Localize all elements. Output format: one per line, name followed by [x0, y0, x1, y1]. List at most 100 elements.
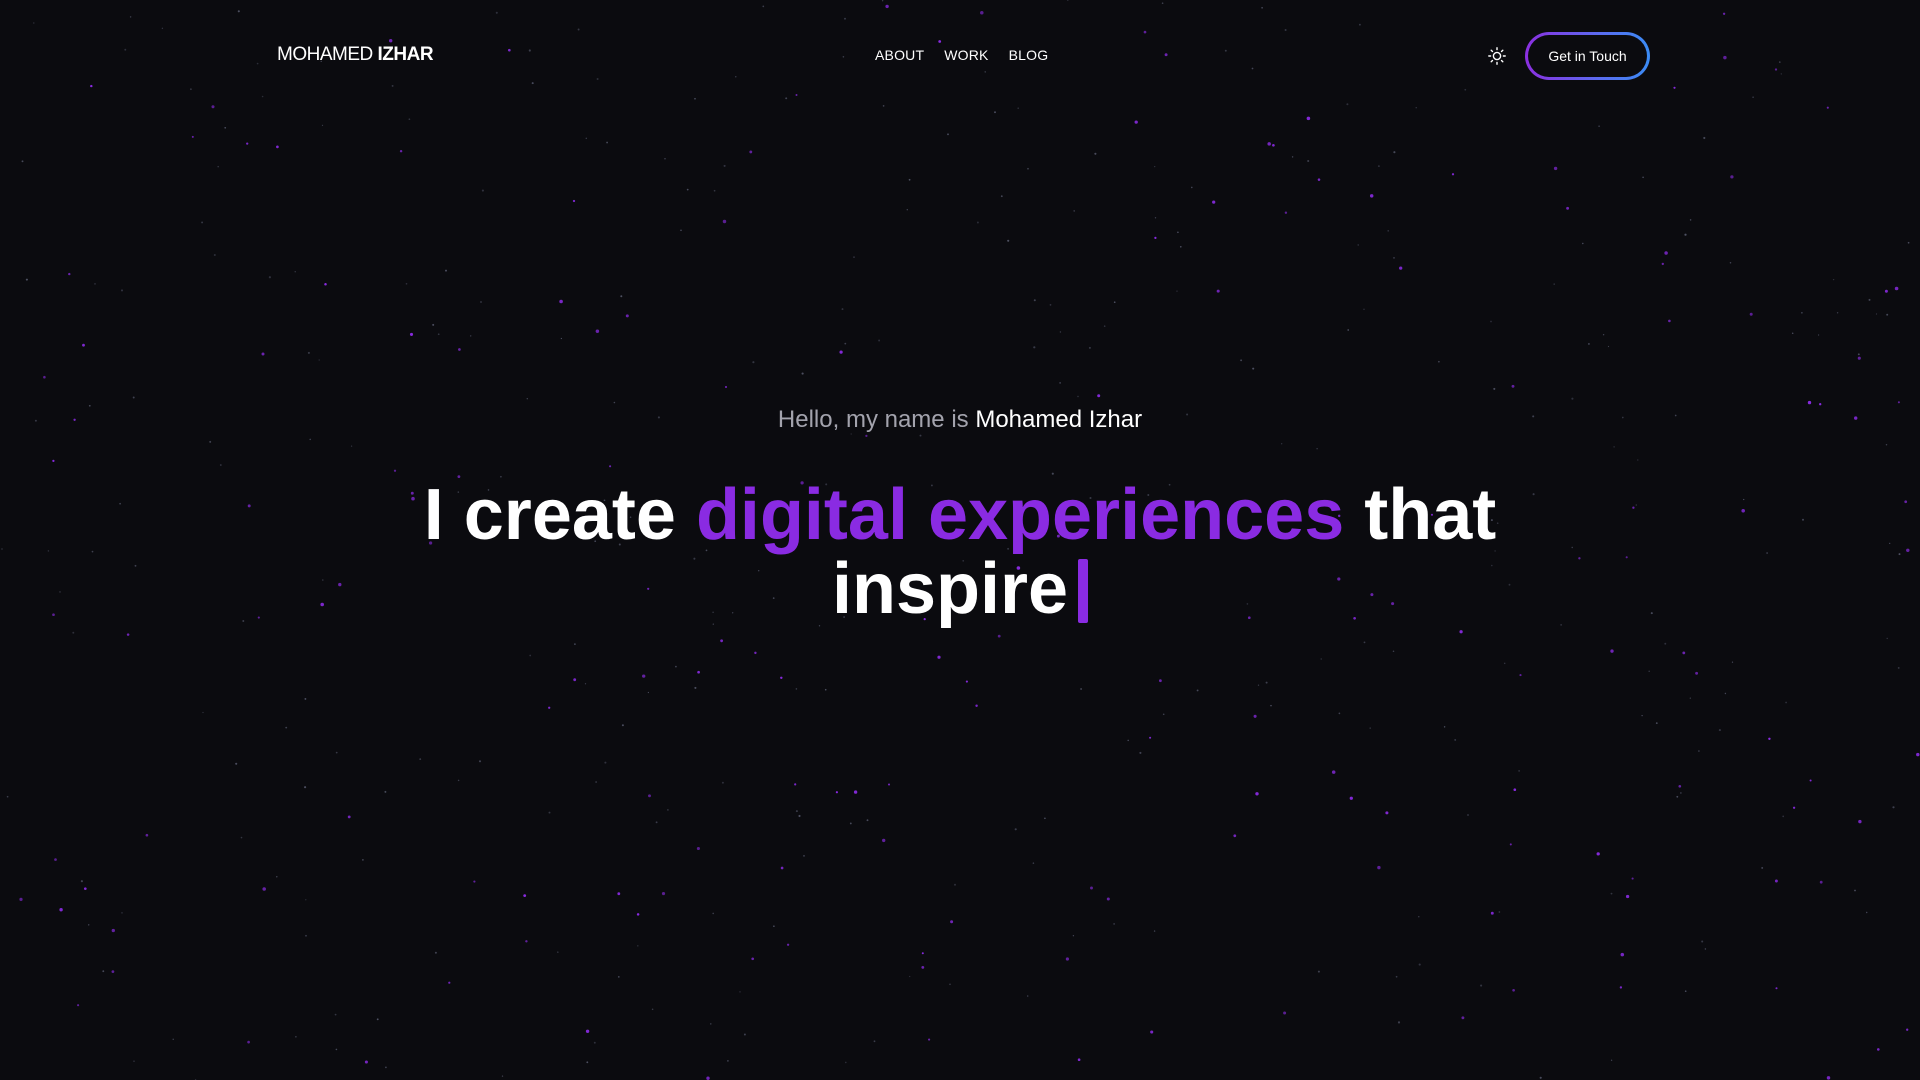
star	[1072, 935, 1075, 937]
star	[667, 809, 669, 811]
star	[82, 343, 85, 347]
star	[841, 308, 844, 311]
star	[1088, 346, 1091, 349]
star	[844, 1061, 847, 1064]
logo-last-name: IZHAR	[377, 44, 434, 65]
star	[906, 209, 908, 211]
star	[1153, 930, 1156, 932]
star	[574, 643, 576, 645]
star	[1682, 651, 1686, 655]
star	[1127, 739, 1129, 742]
star	[1785, 701, 1788, 704]
star	[1451, 173, 1455, 176]
star	[794, 783, 797, 786]
star	[1826, 1076, 1831, 1080]
star	[752, 361, 755, 364]
star	[1620, 952, 1625, 957]
theme-toggle-button[interactable]	[1487, 46, 1507, 66]
star	[1676, 795, 1679, 798]
star	[795, 688, 798, 690]
star	[1459, 630, 1463, 634]
star	[727, 1060, 729, 1062]
star	[1791, 332, 1794, 335]
star	[305, 934, 307, 937]
star	[866, 819, 869, 822]
star	[878, 339, 881, 342]
star	[1655, 722, 1658, 724]
star	[1073, 210, 1076, 212]
star	[276, 876, 278, 878]
nav-link-work[interactable]: WORK	[944, 47, 988, 63]
star	[59, 908, 63, 912]
star	[1498, 911, 1501, 913]
star	[1490, 320, 1492, 323]
star	[307, 351, 310, 354]
star	[1257, 684, 1260, 686]
star	[1801, 312, 1803, 314]
star	[1387, 230, 1389, 232]
star	[335, 1048, 338, 1051]
star	[686, 188, 689, 191]
star	[321, 124, 324, 127]
star	[1094, 152, 1097, 155]
star	[1884, 289, 1888, 293]
star	[1596, 852, 1600, 856]
star	[947, 133, 949, 136]
star	[1393, 257, 1395, 259]
star	[1349, 796, 1353, 800]
star	[1701, 940, 1704, 943]
star	[276, 145, 279, 149]
star	[240, 836, 243, 839]
star	[1216, 289, 1220, 293]
nav-link-about[interactable]: ABOUT	[875, 47, 924, 63]
star	[1059, 331, 1062, 333]
site-logo[interactable]: MOHAMED IZHAR	[277, 44, 434, 66]
star	[780, 676, 783, 680]
headline-end-1: that	[1364, 475, 1497, 555]
star	[1761, 866, 1764, 869]
star	[606, 141, 609, 144]
star	[445, 269, 447, 272]
star	[1467, 814, 1469, 816]
star	[458, 348, 461, 351]
star	[803, 855, 805, 857]
star	[696, 846, 700, 851]
star	[1252, 367, 1255, 370]
star	[1461, 1016, 1465, 1020]
get-in-touch-button[interactable]: Get in Touch	[1525, 32, 1650, 80]
nav-link-blog[interactable]: BLOG	[1009, 47, 1049, 63]
star	[697, 670, 700, 674]
star	[1768, 737, 1771, 741]
star	[853, 256, 855, 258]
star	[661, 892, 666, 896]
star	[261, 352, 265, 356]
star	[1511, 384, 1515, 388]
star	[928, 1038, 931, 1041]
star	[376, 1018, 379, 1021]
star	[595, 781, 597, 783]
star	[294, 271, 296, 273]
star	[625, 314, 629, 318]
star	[1357, 244, 1359, 246]
star	[1392, 650, 1395, 652]
star	[1729, 261, 1732, 264]
star	[470, 335, 472, 337]
headline-start: I create	[423, 475, 676, 555]
star	[43, 375, 46, 379]
star	[1792, 806, 1796, 809]
star	[1819, 880, 1823, 884]
star	[1907, 241, 1910, 244]
star	[480, 301, 482, 303]
star	[1661, 262, 1664, 266]
star	[1648, 670, 1650, 672]
star	[743, 1033, 746, 1036]
star	[224, 126, 227, 129]
star	[636, 913, 640, 916]
star	[478, 760, 482, 763]
star	[1857, 356, 1861, 360]
star	[795, 810, 798, 813]
star	[1868, 298, 1871, 301]
star	[1270, 704, 1272, 707]
star	[501, 1075, 504, 1077]
star	[1240, 359, 1243, 362]
